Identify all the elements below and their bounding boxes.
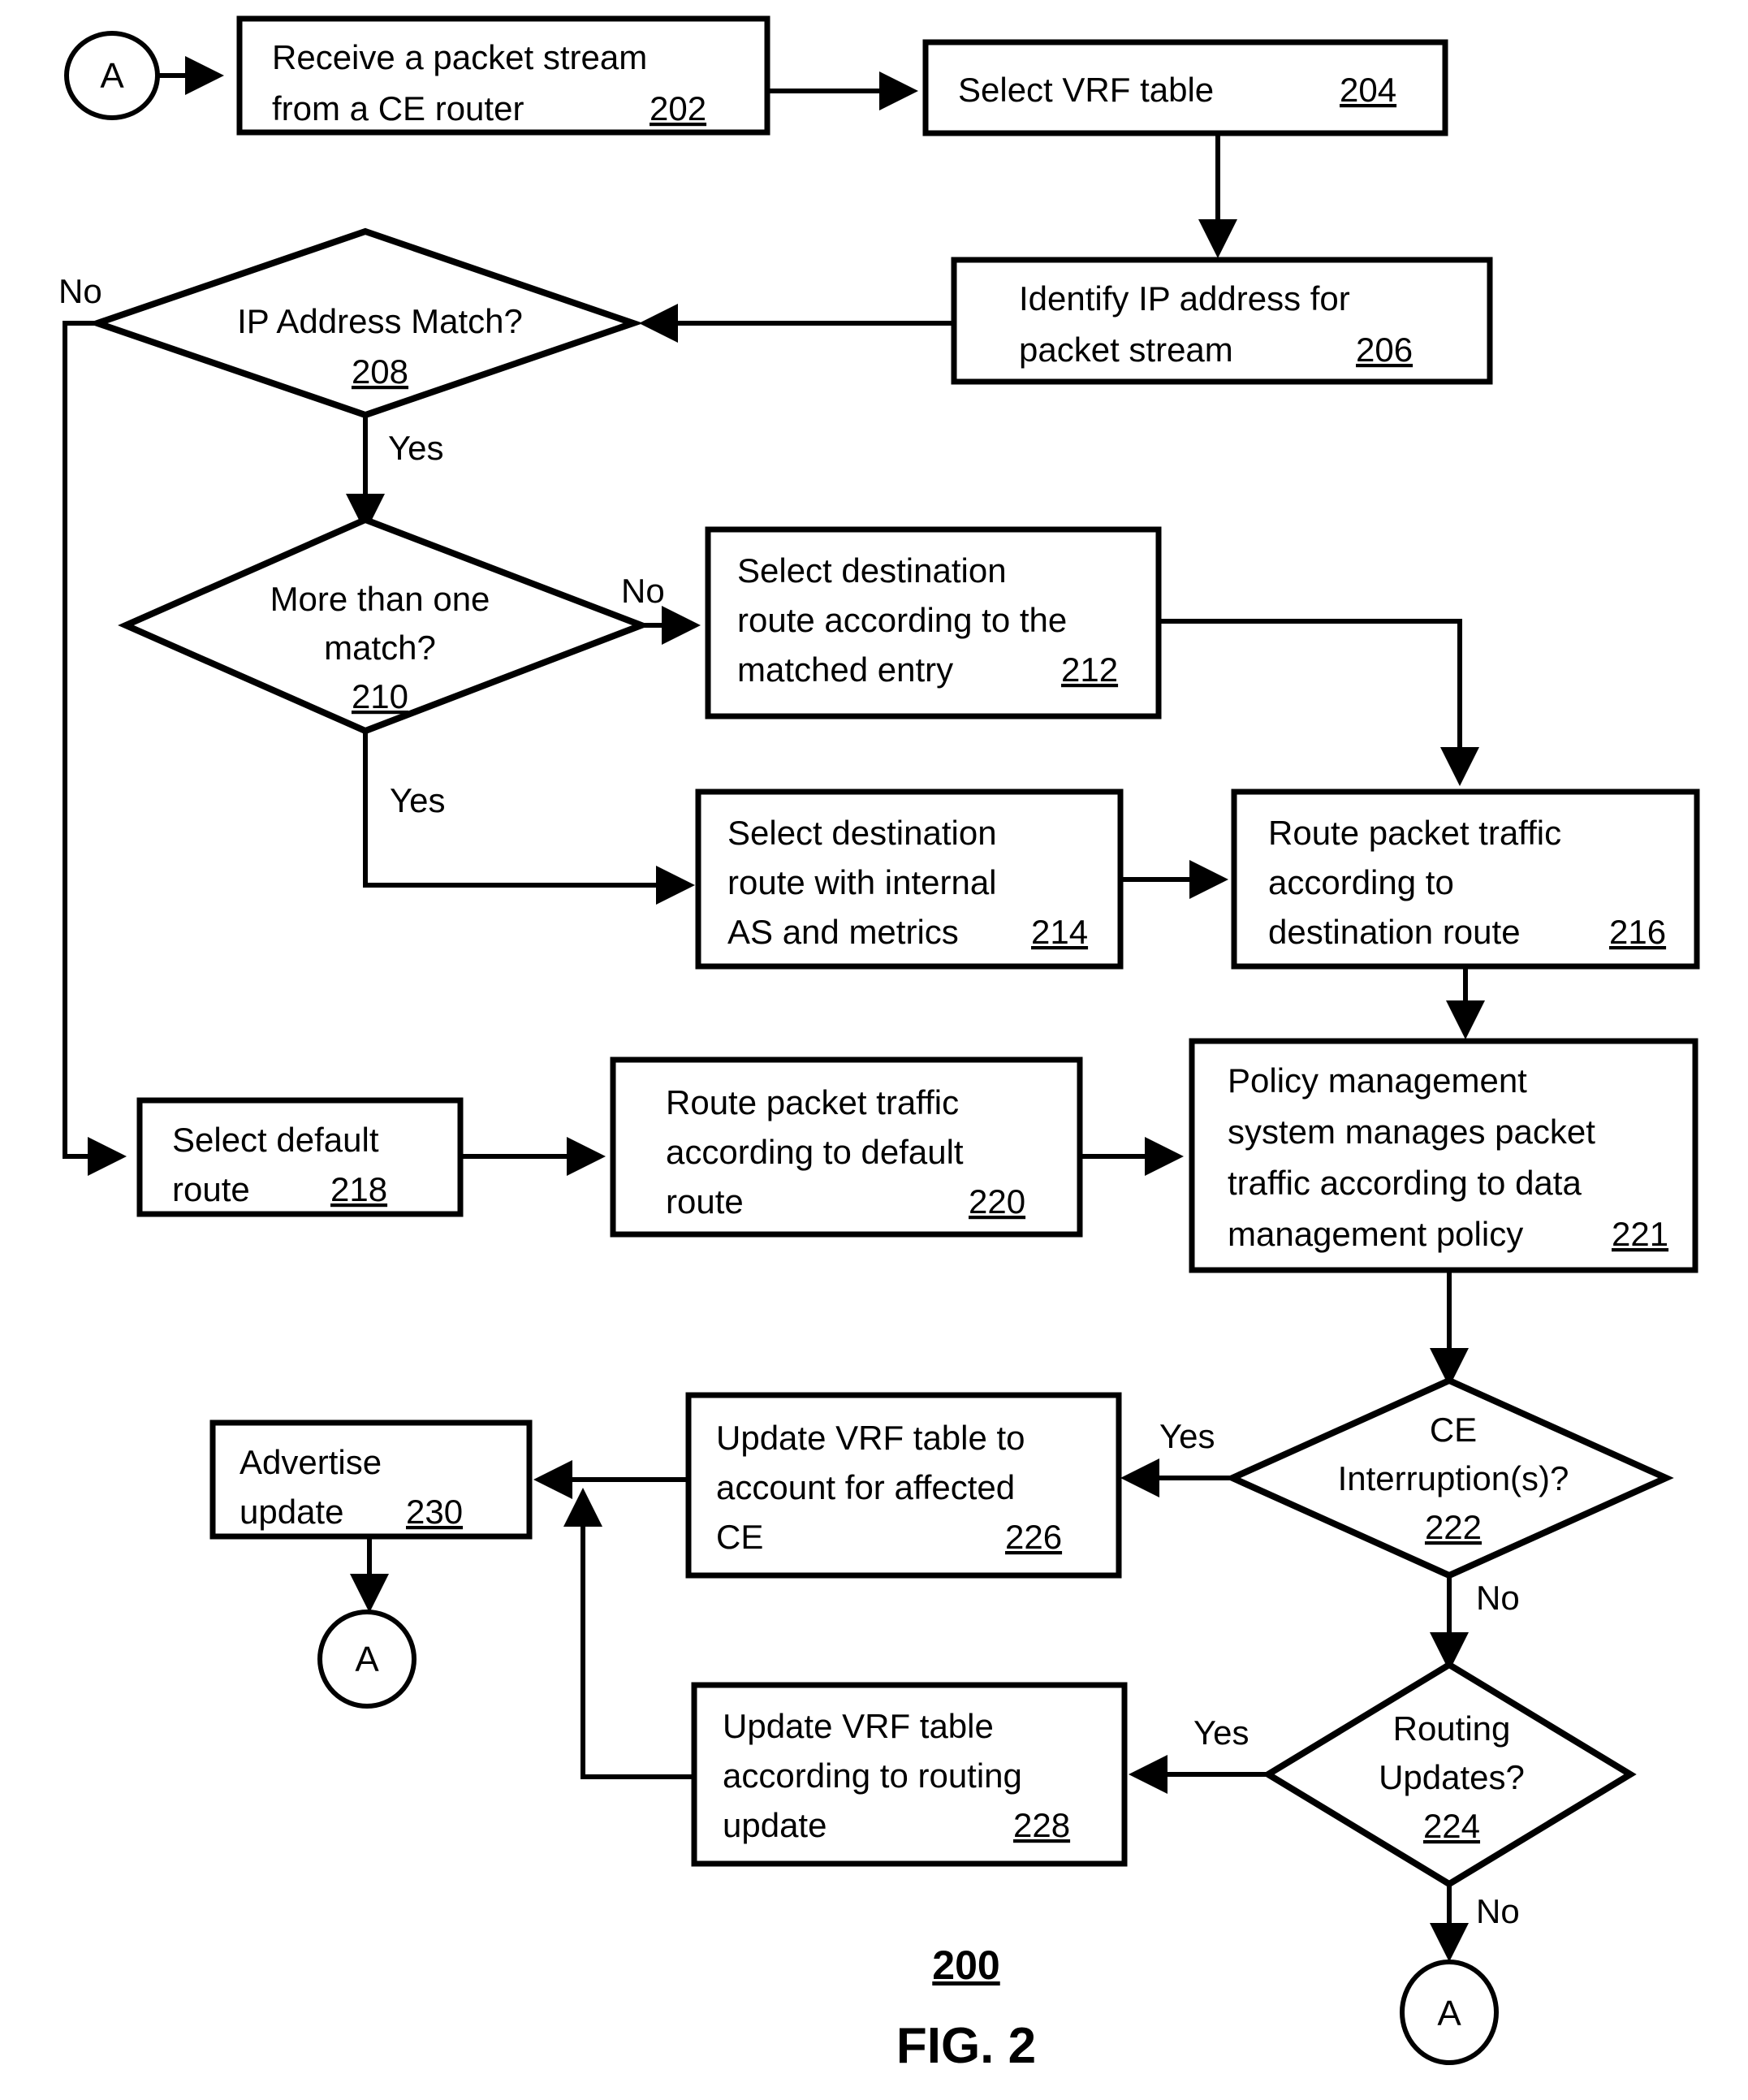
flowchart-canvas: A Receive a packet stream from a CE rout… bbox=[58, 15, 1700, 2074]
edge-label-222-yes: Yes bbox=[1159, 1417, 1215, 1455]
edge-label-208-yes: Yes bbox=[388, 429, 444, 467]
node-228-line-3: update bbox=[723, 1806, 827, 1844]
node-226-line-3: CE bbox=[716, 1518, 763, 1556]
node-212-line-2: route according to the bbox=[737, 601, 1067, 639]
node-220-line-3: route bbox=[666, 1182, 744, 1221]
node-221-line-4: management policy bbox=[1228, 1215, 1523, 1253]
node-212-select-dest-route-matched-entry: Select destination route according to th… bbox=[705, 526, 1162, 719]
node-222-ref: 222 bbox=[1425, 1508, 1482, 1546]
connector-exit-routing-label: A bbox=[1437, 1994, 1461, 2033]
edge-212-to-216 bbox=[1159, 619, 1479, 786]
node-230-advertise-update: Advertise update 230 bbox=[209, 1419, 533, 1540]
connector-a-entry: A bbox=[64, 31, 160, 120]
node-208-ip-address-match: IP Address Match? 208 bbox=[87, 227, 644, 419]
node-206-ref: 206 bbox=[1356, 331, 1413, 369]
node-210-line-2: match? bbox=[324, 629, 436, 667]
node-210-more-than-one-match: More than one match? 210 bbox=[118, 516, 651, 735]
node-202-line-2: from a CE router bbox=[272, 89, 524, 127]
node-218-ref: 218 bbox=[330, 1170, 387, 1208]
node-226-ref: 226 bbox=[1005, 1518, 1062, 1556]
node-212-ref: 212 bbox=[1061, 650, 1118, 689]
node-204-line-1: Select VRF table bbox=[958, 71, 1214, 109]
node-216-line-2: according to bbox=[1268, 863, 1454, 901]
node-230-ref: 230 bbox=[406, 1493, 463, 1531]
node-226-line-2: account for affected bbox=[716, 1468, 1015, 1506]
edge-228-to-advertise-path bbox=[563, 1488, 694, 1779]
edge-label-222-no: No bbox=[1476, 1579, 1520, 1617]
node-226-line-1: Update VRF table to bbox=[716, 1419, 1025, 1457]
node-212-line-3: matched entry bbox=[737, 650, 953, 689]
node-224-ref: 224 bbox=[1423, 1807, 1480, 1845]
edge-label-210-no: No bbox=[621, 572, 665, 610]
node-208-ref: 208 bbox=[352, 352, 408, 391]
node-214-ref: 214 bbox=[1031, 913, 1088, 951]
node-216-ref: 216 bbox=[1609, 913, 1666, 951]
node-210-line-1: More than one bbox=[270, 580, 490, 618]
node-224-line-1: Routing bbox=[1393, 1709, 1511, 1748]
node-220-line-2: according to default bbox=[666, 1133, 964, 1171]
node-228-line-1: Update VRF table bbox=[723, 1707, 994, 1745]
connector-a-exit-advertise: A bbox=[317, 1610, 416, 1709]
node-222-line-2: Interruption(s)? bbox=[1338, 1459, 1569, 1497]
node-206-line-2: packet stream bbox=[1019, 331, 1233, 369]
node-220-line-1: Route packet traffic bbox=[666, 1083, 959, 1121]
node-214-line-2: route with internal bbox=[727, 863, 997, 901]
node-224-line-2: Updates? bbox=[1379, 1758, 1525, 1796]
node-222-line-1: CE bbox=[1430, 1411, 1477, 1449]
node-218-line-1: Select default bbox=[172, 1121, 379, 1159]
node-230-line-1: Advertise bbox=[240, 1443, 382, 1481]
edge-label-224-no: No bbox=[1476, 1892, 1520, 1930]
node-210-ref: 210 bbox=[352, 677, 408, 715]
node-206-identify-ip-address: Identify IP address for packet stream 20… bbox=[951, 257, 1493, 385]
node-214-line-3: AS and metrics bbox=[727, 913, 959, 951]
node-216-line-1: Route packet traffic bbox=[1268, 814, 1561, 852]
node-206-line-1: Identify IP address for bbox=[1019, 279, 1350, 318]
node-218-line-2: route bbox=[172, 1170, 250, 1208]
patent-figure-root: A Receive a packet stream from a CE rout… bbox=[0, 0, 1748, 2100]
node-202-receive-packet-stream: Receive a packet stream from a CE router… bbox=[236, 15, 770, 136]
connector-exit-advertise-label: A bbox=[355, 1640, 379, 1679]
node-228-update-vrf-routing-update: Update VRF table according to routing up… bbox=[691, 1682, 1128, 1867]
connector-a-exit-routing: A bbox=[1400, 1960, 1499, 2065]
node-230-line-2: update bbox=[240, 1493, 343, 1531]
node-221-ref: 221 bbox=[1612, 1215, 1668, 1253]
node-202-ref: 202 bbox=[650, 89, 706, 127]
node-208-line-1: IP Address Match? bbox=[237, 302, 523, 340]
node-226-update-vrf-affected-ce: Update VRF table to account for affected… bbox=[685, 1392, 1122, 1579]
node-202-line-1: Receive a packet stream bbox=[272, 38, 647, 76]
node-204-select-vrf-table: Select VRF table 204 bbox=[922, 39, 1448, 136]
edge-label-210-yes: Yes bbox=[390, 781, 446, 819]
node-218-select-default-route: Select default route 218 bbox=[136, 1097, 464, 1217]
node-204-ref: 204 bbox=[1340, 71, 1396, 109]
node-216-line-3: destination route bbox=[1268, 913, 1521, 951]
connector-entry-label: A bbox=[100, 56, 124, 96]
node-222-ce-interruptions: CE Interruption(s)? 222 bbox=[1224, 1376, 1674, 1579]
figure-caption: FIG. 2 bbox=[896, 2018, 1036, 2074]
node-228-ref: 228 bbox=[1013, 1806, 1070, 1844]
node-228-line-2: according to routing bbox=[723, 1756, 1022, 1795]
node-224-routing-updates: Routing Updates? 224 bbox=[1262, 1661, 1637, 1888]
edge-label-224-yes: Yes bbox=[1193, 1713, 1249, 1752]
node-221-policy-management-system: Policy management system manages packet … bbox=[1189, 1038, 1698, 1273]
node-220-route-packet-traffic-default: Route packet traffic according to defaul… bbox=[610, 1056, 1083, 1238]
node-214-select-dest-route-internal-as: Select destination route with internal A… bbox=[695, 789, 1124, 970]
node-212-line-1: Select destination bbox=[737, 551, 1007, 590]
edge-208-no-to-218 bbox=[63, 321, 127, 1176]
edge-label-208-no: No bbox=[58, 272, 102, 310]
node-220-ref: 220 bbox=[969, 1182, 1025, 1221]
node-221-line-1: Policy management bbox=[1228, 1061, 1527, 1100]
figure-number-label: 200 bbox=[932, 1942, 999, 1988]
node-214-line-1: Select destination bbox=[727, 814, 997, 852]
node-216-route-packet-traffic-dest: Route packet traffic according to destin… bbox=[1231, 789, 1700, 970]
node-221-line-3: traffic according to data bbox=[1228, 1164, 1582, 1202]
node-221-line-2: system manages packet bbox=[1228, 1113, 1595, 1151]
